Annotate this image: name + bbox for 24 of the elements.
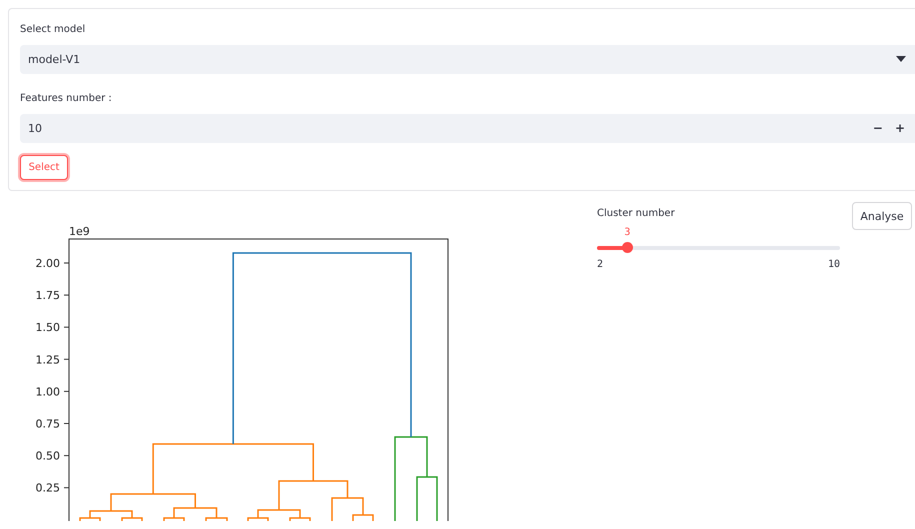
model-select[interactable]: model-V1 <box>20 45 915 74</box>
tick-label: 1.25 <box>36 353 60 366</box>
tick-label: 0.75 <box>36 418 60 430</box>
caret-icon <box>896 56 906 62</box>
tick-label: 1.00 <box>36 385 60 398</box>
tick-label: 0.50 <box>36 450 60 463</box>
increment-button[interactable]: + <box>892 121 907 136</box>
slider-label: Cluster number <box>597 208 676 221</box>
analyse-button[interactable]: Analyse <box>852 202 912 230</box>
field-value: 10 <box>28 122 42 135</box>
slider-min: 2 <box>597 259 604 270</box>
tick-label: 2.00 <box>36 257 60 270</box>
decrement-button[interactable]: − <box>870 121 885 136</box>
axis-offset-label: 1e9 <box>69 225 90 238</box>
number-field[interactable]: 10 − + <box>20 114 915 143</box>
tick-label: 1.50 <box>36 321 60 334</box>
tick-label: 0.25 <box>36 482 60 495</box>
field-label: Features number : <box>20 92 113 106</box>
slider-thumb[interactable] <box>622 242 634 253</box>
tick-label: 1.75 <box>36 289 60 302</box>
slider-value: 3 <box>624 227 630 238</box>
select-value: model-V1 <box>28 52 80 66</box>
field-label: Select model <box>20 23 86 37</box>
slider-max: 10 <box>828 259 840 270</box>
